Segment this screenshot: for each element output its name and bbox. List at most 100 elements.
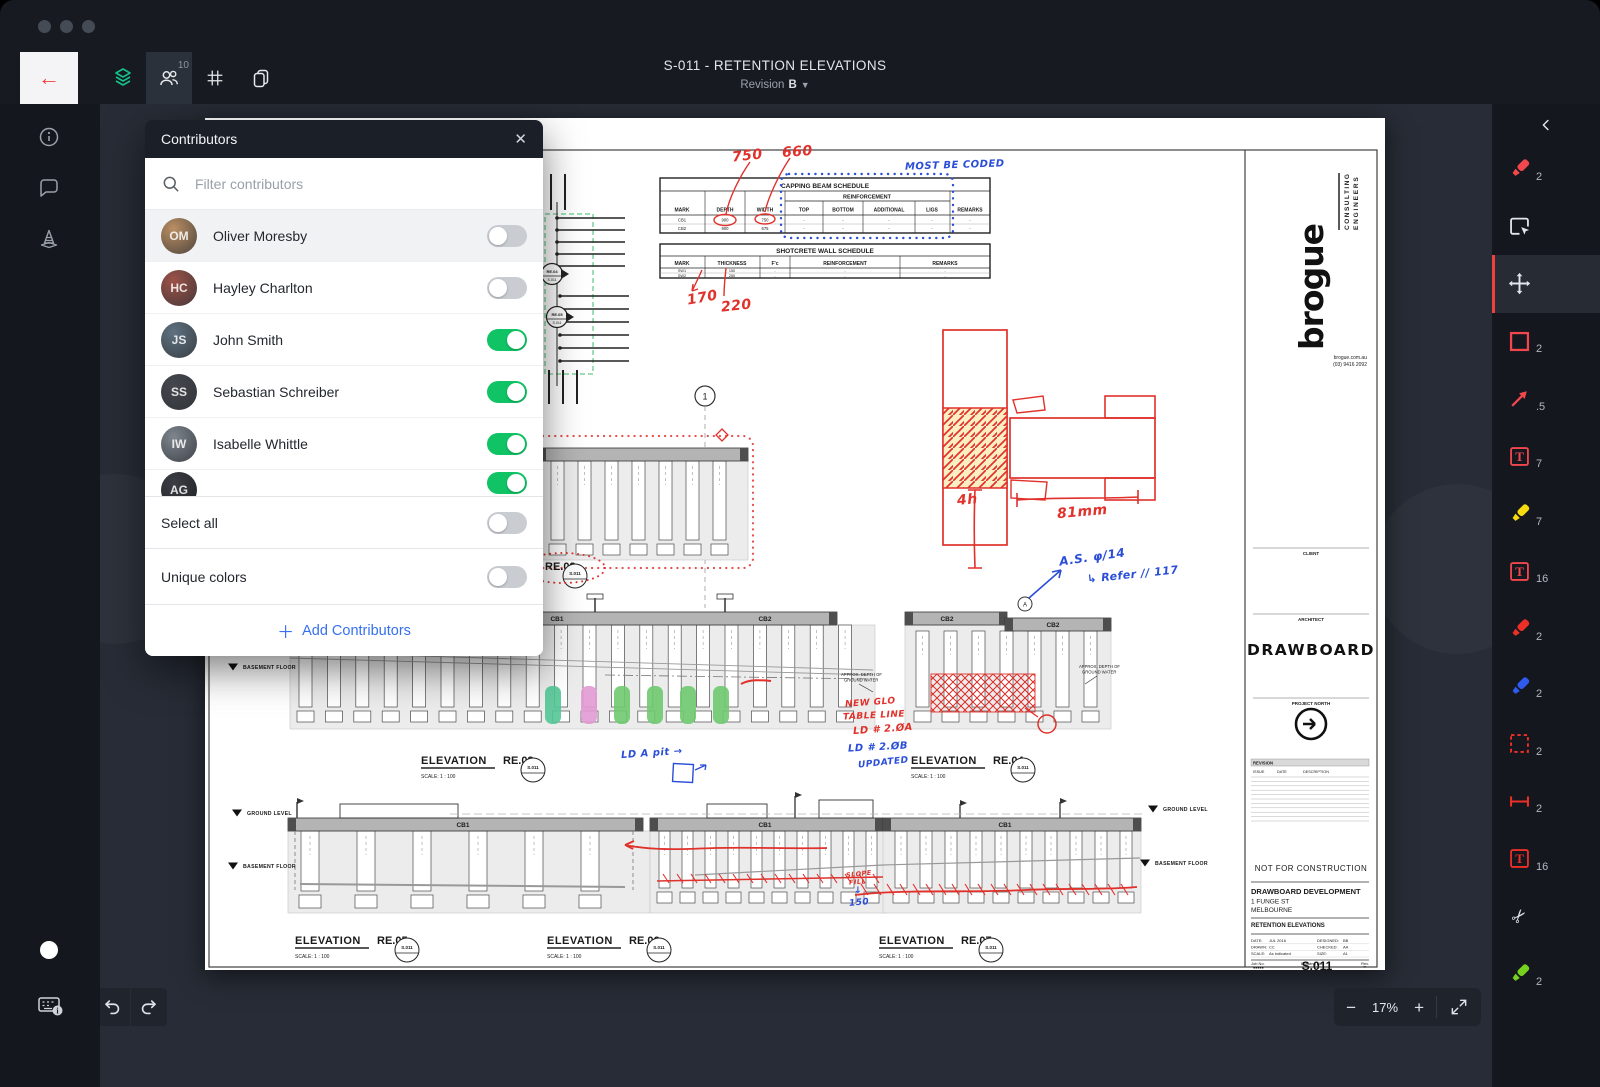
pages-icon — [249, 66, 273, 90]
traffic-cone-icon — [37, 226, 61, 250]
svg-text:brogue: brogue — [1292, 224, 1331, 350]
svg-text:JUL 2016: JUL 2016 — [1269, 938, 1287, 943]
contributor-visibility-toggle[interactable] — [487, 433, 527, 455]
svg-text:S.011: S.011 — [547, 278, 556, 282]
layers-button[interactable] — [100, 52, 146, 104]
contributor-filter[interactable] — [145, 158, 543, 210]
tool-pen-yellow[interactable]: 7 — [1492, 485, 1600, 543]
pen-red-icon — [1506, 155, 1533, 182]
contributor-name: Oliver Moresby — [213, 228, 487, 244]
contributor-visibility-toggle[interactable] — [487, 472, 527, 494]
fullscreen-icon[interactable] — [1449, 997, 1469, 1017]
tool-pen-red-2[interactable]: 2 — [1492, 600, 1600, 658]
window-dot[interactable] — [60, 20, 73, 33]
scissors-icon: ✂ — [1506, 903, 1533, 930]
back-button[interactable]: ← — [20, 52, 78, 104]
unique-colors-toggle[interactable] — [487, 566, 527, 588]
annotation-count: 2 — [1536, 343, 1542, 355]
tool-pen-green[interactable]: 2 — [1492, 945, 1600, 1003]
zoom-level[interactable]: 17% — [1368, 1000, 1402, 1015]
titlebar — [0, 0, 1600, 52]
tool-pen-blue[interactable]: 2 — [1492, 658, 1600, 716]
tool-rectangle-dashed-red[interactable]: 2 — [1492, 715, 1600, 773]
svg-text:DRAWBOARD DEVELOPMENT: DRAWBOARD DEVELOPMENT — [1251, 887, 1361, 896]
add-contributors-button[interactable]: ＋ Add Contributors — [145, 604, 543, 656]
svg-text:DESIGNED:: DESIGNED: — [1317, 938, 1339, 943]
zoom-out-button[interactable]: − — [1346, 999, 1356, 1016]
revision-selector[interactable]: RevisionB▼ — [540, 79, 1010, 91]
right-toolbar: 22.5T77T162222T16✂2 — [1492, 104, 1600, 1087]
select-all-toggle[interactable] — [487, 512, 527, 534]
contributor-visibility-toggle[interactable] — [487, 381, 527, 403]
svg-text:THICKNESS: THICKNESS — [718, 261, 748, 267]
zoom-in-button[interactable]: + — [1414, 999, 1424, 1016]
contributor-visibility-toggle[interactable] — [487, 329, 527, 351]
contributors-panel: Contributors ✕ OM Oliver Moresby HC Hayl… — [145, 120, 543, 656]
redo-button[interactable] — [131, 988, 167, 1026]
svg-text:CAPPING BEAM SCHEDULE: CAPPING BEAM SCHEDULE — [781, 183, 870, 190]
contributors-button[interactable]: 10 — [146, 52, 192, 104]
tool-measure-red[interactable]: 2 — [1492, 773, 1600, 831]
contributor-row[interactable]: JS John Smith — [145, 314, 543, 366]
grid-button[interactable] — [192, 52, 238, 104]
drawing-canvas[interactable]: RE.04S.011RE.05S.0111CAPPING BEAM SCHEDU… — [100, 104, 1492, 1087]
document-title: S-011 - RETENTION ELEVATIONS — [540, 58, 1010, 73]
svg-text:SHOTCRETE WALL SCHEDULE: SHOTCRETE WALL SCHEDULE — [776, 248, 874, 255]
svg-text:CC: CC — [1269, 945, 1275, 950]
unique-colors-row: Unique colors — [145, 548, 543, 604]
tool-scissors[interactable]: ✂ — [1492, 888, 1600, 946]
undo-button[interactable] — [100, 988, 130, 1026]
window-dot[interactable] — [82, 20, 95, 33]
rectangle-red-icon — [1506, 328, 1533, 355]
svg-text:▪▪▪▪▪: ▪▪▪▪▪ — [1253, 966, 1264, 971]
left-sidebar: i — [0, 104, 100, 1087]
svg-text:T: T — [1515, 449, 1524, 464]
svg-text:F'c: F'c — [771, 261, 778, 267]
tool-select[interactable] — [1492, 198, 1600, 256]
keyboard-shortcuts-button[interactable]: i — [36, 992, 60, 1016]
comments-button[interactable] — [37, 176, 61, 200]
contributor-visibility-toggle[interactable] — [487, 225, 527, 247]
issues-button[interactable] — [37, 226, 61, 250]
svg-text:BASEMENT FLOOR: BASEMENT FLOOR — [243, 665, 296, 671]
tool-pen-red[interactable]: 2 — [1492, 140, 1600, 198]
svg-text:ISSUE: ISSUE — [1253, 770, 1265, 774]
svg-text:250: 250 — [729, 274, 735, 278]
info-button[interactable] — [37, 125, 61, 149]
color-swatch-button[interactable] — [40, 941, 58, 959]
pages-button[interactable] — [238, 52, 284, 104]
tool-text-red-3[interactable]: T16 — [1492, 830, 1600, 888]
avatar: IW — [161, 426, 197, 462]
keyboard-icon: i — [36, 992, 64, 1018]
filter-contributors-input[interactable] — [193, 175, 527, 193]
annotation-count: 16 — [1536, 861, 1548, 873]
tool-text-red[interactable]: T7 — [1492, 428, 1600, 486]
svg-text:CB2: CB2 — [758, 616, 771, 623]
contributor-row[interactable]: HC Hayley Charlton — [145, 262, 543, 314]
contributor-row[interactable]: IW Isabelle Whittle — [145, 418, 543, 470]
svg-text:SCALE: 1 : 100: SCALE: 1 : 100 — [547, 954, 582, 960]
close-icon[interactable]: ✕ — [514, 130, 527, 148]
contributor-row-partial[interactable]: AG — [145, 470, 543, 496]
svg-text:GROUND WATER: GROUND WATER — [1082, 670, 1116, 675]
arrow-red-icon — [1506, 385, 1533, 412]
tool-text-red-2[interactable]: T16 — [1492, 543, 1600, 601]
rectangle-dashed-red-icon — [1506, 730, 1533, 757]
svg-text:ELEVATION: ELEVATION — [295, 935, 361, 947]
svg-text:RE.05: RE.05 — [551, 312, 563, 317]
window-dot[interactable] — [38, 20, 51, 33]
window-controls[interactable] — [38, 20, 95, 33]
svg-text:DATE: DATE — [1277, 770, 1287, 774]
tool-move[interactable] — [1492, 255, 1600, 313]
tool-rectangle-red[interactable]: 2 — [1492, 313, 1600, 371]
contributor-row[interactable]: SS Sebastian Schreiber — [145, 366, 543, 418]
contributor-visibility-toggle[interactable] — [487, 277, 527, 299]
svg-text:CB2: CB2 — [1046, 622, 1059, 629]
svg-text:S.011: S.011 — [401, 945, 413, 950]
svg-text:150: 150 — [729, 269, 735, 273]
comment-icon — [37, 176, 61, 200]
svg-text:1: 1 — [702, 392, 707, 402]
tool-arrow-red[interactable]: .5 — [1492, 370, 1600, 428]
collapse-sidebar-button[interactable] — [1492, 110, 1600, 140]
contributor-row[interactable]: OM Oliver Moresby — [145, 210, 543, 262]
